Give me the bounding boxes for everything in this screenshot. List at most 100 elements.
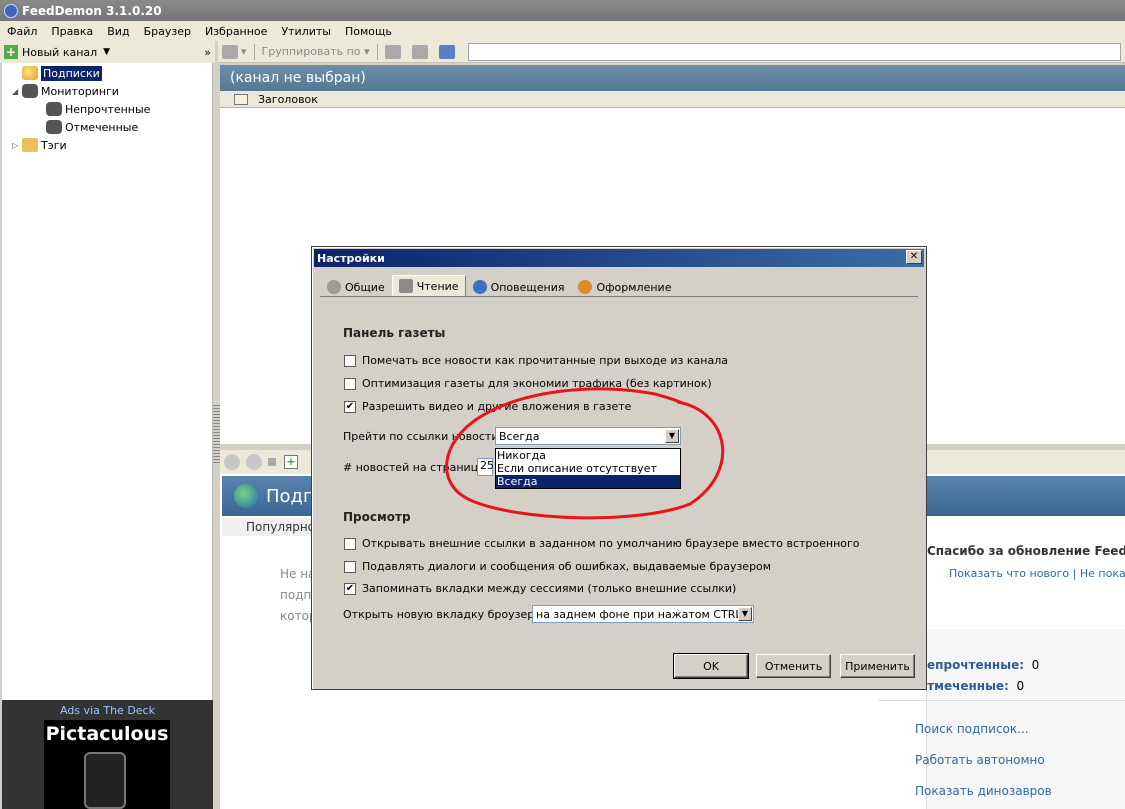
follow-link-select[interactable]: Всегда ▼ [495,427,681,445]
option-if-no-description[interactable]: Если описание отсутствует [496,462,680,475]
group-by-button[interactable]: Группировать по ▾ [258,45,374,58]
external-links-checkbox[interactable]: Открывать внешние ссылки в заданном по у… [344,537,860,550]
checkbox-box[interactable] [344,377,356,390]
toolbar-separator [253,43,255,60]
news-list-header: Заголовок [220,91,1125,108]
feed-tree: Подписки ◢ Мониторинги Непрочтенные Отме… [2,63,213,700]
dialog-title-bar: Настройки ✕ [314,249,924,267]
menu-view[interactable]: Вид [100,25,136,38]
binoculars-icon [46,120,62,134]
menu-help[interactable]: Помощь [338,25,399,38]
flag-button[interactable] [408,44,435,59]
forward-icon[interactable] [246,454,262,470]
binoculars-icon [46,102,62,116]
allow-video-checkbox[interactable]: ✔ Разрешить видео и другие вложения в га… [344,400,631,413]
tree-item-tags[interactable]: ▷ Тэги [12,136,67,154]
flagged-label: Отмеченные: [917,679,1009,693]
optimize-traffic-checkbox[interactable]: Оптимизация газеты для экономии трафика … [344,377,712,390]
vertical-splitter[interactable] [213,405,220,465]
update-links: Показать что нового | Не показыв [949,567,1125,580]
follow-link-label: Прейти по ссылки новости [343,430,499,443]
section-browse-title: Просмотр [343,510,411,524]
checkbox-box[interactable]: ✔ [344,400,356,413]
menu-tools[interactable]: Утилиты [274,25,338,38]
new-feed-button[interactable]: Новый канал [22,46,97,59]
divider [878,700,1125,701]
column-header-title[interactable]: Заголовок [258,93,318,106]
flagged-value: 0 [1016,679,1025,693]
tree-item-subscriptions[interactable]: Подписки [22,64,102,82]
chevron-down-icon[interactable]: ▼ [665,429,679,443]
view-icon [222,44,238,59]
work-offline-link[interactable]: Работать автономно [915,753,1045,767]
checkbox-box[interactable] [344,537,356,550]
newspaper-button[interactable] [435,44,462,59]
view-mode-button[interactable]: ▾ [218,44,251,59]
per-page-label: # новостей на страницу [343,461,485,474]
checkbox-box[interactable]: ✔ [344,582,356,595]
dropdown-arrow-icon[interactable]: ▼ [103,47,110,57]
collapse-icon[interactable]: ◢ [12,87,22,96]
add-tab-icon[interactable]: + [284,455,298,469]
menu-browser[interactable]: Браузер [137,25,198,38]
ad-title: Pictaculous [45,723,169,745]
envelope-icon[interactable] [234,93,248,105]
tree-item-unread[interactable]: Непрочтенные [46,100,150,118]
link-separator: | [1072,567,1077,580]
checkbox-label: Оптимизация газеты для экономии трафика … [362,377,712,390]
per-page-input[interactable]: 25 [477,458,494,476]
suppress-dialogs-checkbox[interactable]: Подавлять диалоги и сообщения об ошибках… [344,560,771,573]
settings-dialog: Настройки ✕ Общие Чтение Оповещения Офор… [311,246,927,690]
menu-edit[interactable]: Правка [44,25,100,38]
ok-button[interactable]: OK [673,653,749,679]
follow-link-options: Никогда Если описание отсутствует Всегда [495,448,681,489]
tab-underline [320,296,918,297]
checkbox-box[interactable] [344,560,356,573]
mark-read-on-exit-checkbox[interactable]: Помечать все новости как прочитанные при… [344,354,728,367]
chevron-down-icon[interactable]: ▼ [738,607,752,621]
new-tab-select[interactable]: на заднем фоне при нажатом CTRL ▼ [532,605,754,623]
binoculars-icon [22,84,38,98]
tab-appearance[interactable]: Оформление [571,277,678,297]
body-text-line: подп [280,588,312,602]
tab-general[interactable]: Общие [320,277,392,297]
phone-image [84,752,126,809]
unread-stat: Непрочтенные: 0 [917,658,1039,672]
expand-icon[interactable]: ▷ [12,141,22,150]
tree-item-flagged[interactable]: Отмеченные [46,118,138,136]
cancel-button[interactable]: Отменить [756,654,831,678]
mark-read-button[interactable] [381,44,408,59]
new-tab-value: на заднем фоне при нажатом CTRL [536,607,742,621]
remember-tabs-checkbox[interactable]: ✔ Запоминать вкладки между сессиями (тол… [344,582,736,595]
main-toolbar: ▾ Группировать по ▾ [218,41,1125,63]
ads-label[interactable]: Ads via The Deck [2,704,213,717]
menu-favorites[interactable]: Избранное [198,25,274,38]
show-dinosaurs-link[interactable]: Показать динозавров [915,784,1052,798]
search-input[interactable] [467,42,1121,61]
close-icon[interactable]: ✕ [906,250,922,264]
tab-reading[interactable]: Чтение [391,275,466,297]
tree-item-watches[interactable]: ◢ Мониторинги [12,82,119,100]
find-feeds-link[interactable]: Поиск подписок... [915,722,1029,736]
tab-label: Оповещения [490,280,565,294]
dialog-tabs: Общие Чтение Оповещения Оформление [320,275,678,297]
option-never[interactable]: Никогда [496,449,680,462]
tab-notifications[interactable]: Оповещения [466,277,572,297]
menu-file[interactable]: Файл [0,25,44,38]
ad-banner[interactable]: Pictaculous [44,720,170,809]
tag-icon [22,138,38,152]
apply-button[interactable]: Применить [840,654,915,678]
window-title: FeedDemon 3.1.0.20 [22,3,162,18]
dont-show-link[interactable]: Не показыв [1080,567,1125,580]
new-feed-icon[interactable]: + [4,45,18,59]
channel-header: (канал не выбран) [220,65,1125,91]
checkbox-box[interactable] [344,354,356,367]
tree-label: Непрочтенные [65,102,151,116]
option-always[interactable]: Всегда [496,475,680,488]
more-chevron[interactable]: » [204,46,211,59]
stop-icon[interactable] [268,458,276,466]
whats-new-link[interactable]: Показать что нового [949,567,1069,580]
menu-bar: Файл Правка Вид Браузер Избранное Утилит… [0,21,1125,41]
app-icon [4,3,18,18]
back-icon[interactable] [224,454,240,470]
